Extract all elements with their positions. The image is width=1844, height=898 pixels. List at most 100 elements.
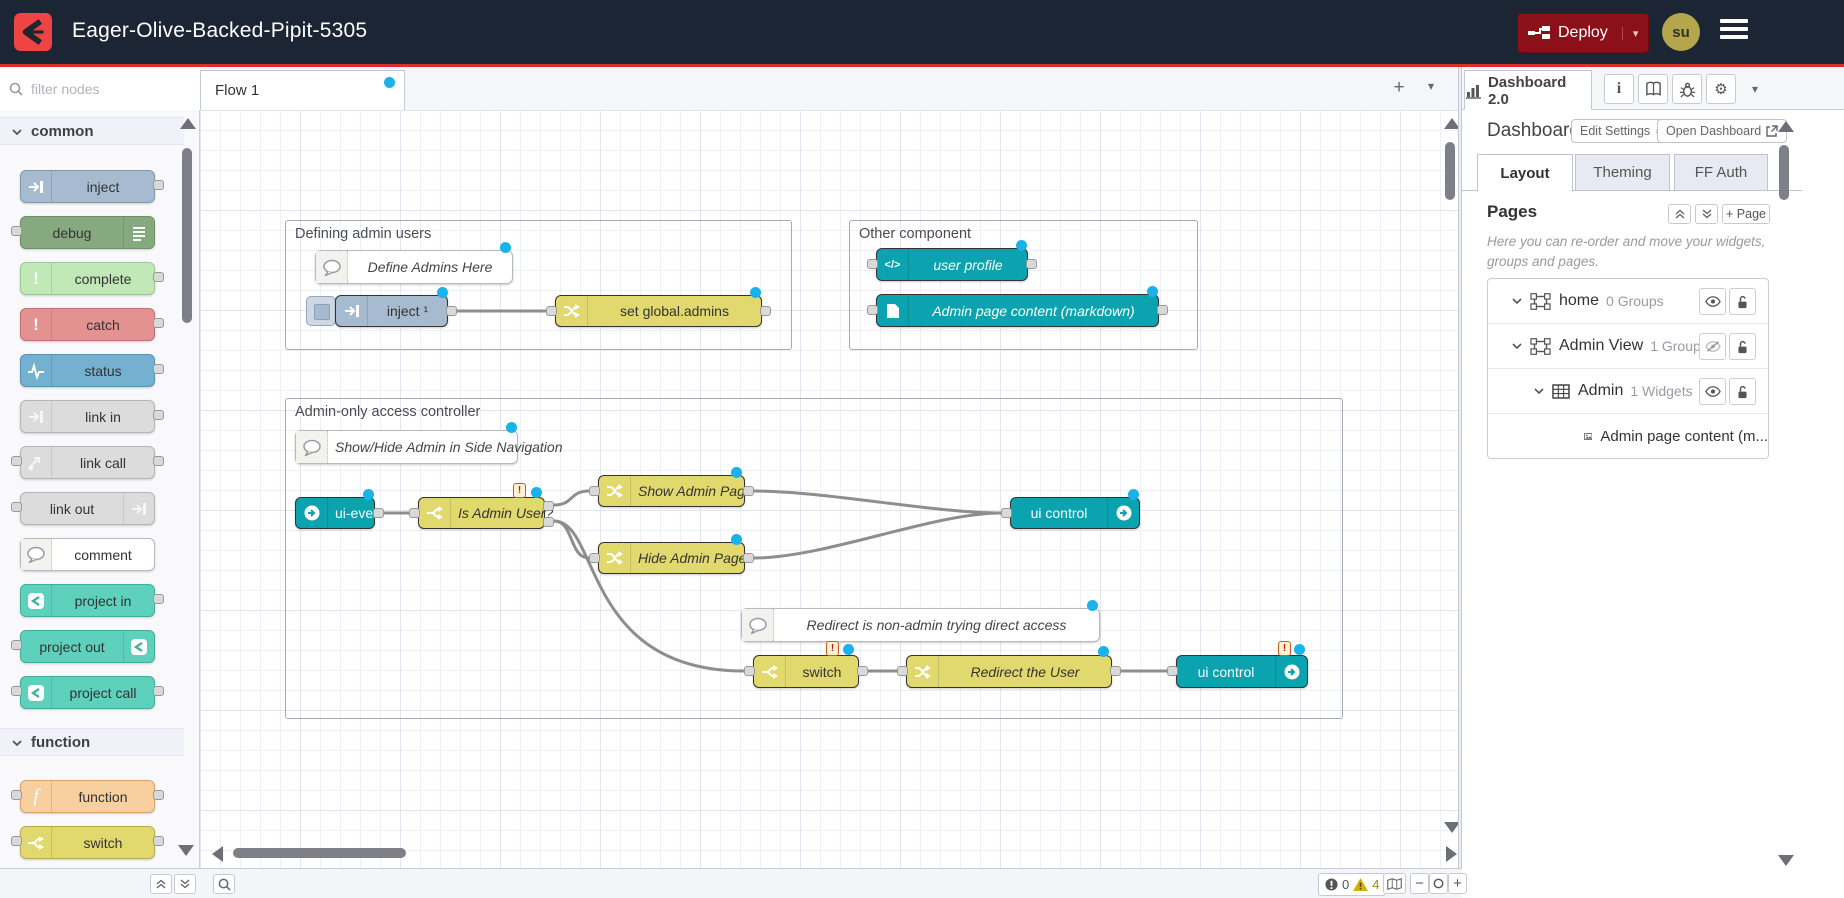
user-avatar[interactable]: su <box>1662 13 1700 51</box>
input-port[interactable] <box>11 640 22 650</box>
palette-node-comment[interactable]: comment <box>20 538 155 571</box>
tree-row-admin-view[interactable]: Admin View 1 Groups <box>1488 324 1768 369</box>
output-port[interactable] <box>153 272 164 282</box>
palette-node-project-in[interactable]: project in <box>20 584 155 617</box>
main-menu-icon[interactable] <box>1720 19 1748 43</box>
output-port[interactable] <box>153 456 164 466</box>
sidebar-options-caret[interactable]: ▾ <box>1752 82 1758 96</box>
palette-scrollbar-thumb[interactable] <box>182 148 192 323</box>
visibility-button[interactable] <box>1699 378 1726 405</box>
node-ui-control-2[interactable]: ui control <box>1176 655 1308 688</box>
palette-scroll-down[interactable] <box>178 845 194 856</box>
palette-collapse-all-button[interactable] <box>150 874 172 894</box>
input-port[interactable] <box>546 306 557 316</box>
node-admin-page-content[interactable]: Admin page content (markdown) <box>876 294 1159 327</box>
input-port[interactable] <box>867 305 878 315</box>
collapse-all-button[interactable] <box>1668 204 1691 224</box>
palette-expand-all-button[interactable] <box>174 874 196 894</box>
palette-node-link-call[interactable]: link call <box>20 446 155 479</box>
canvas-scroll-left[interactable] <box>212 846 223 862</box>
input-port[interactable] <box>589 553 600 563</box>
output-port[interactable] <box>1026 259 1037 269</box>
zoom-in-button[interactable]: + <box>1448 873 1467 894</box>
input-port[interactable] <box>11 686 22 696</box>
input-port[interactable] <box>867 259 878 269</box>
input-port[interactable] <box>744 666 755 676</box>
filter-nodes-input[interactable] <box>29 80 183 98</box>
navigator-button[interactable] <box>1383 873 1406 894</box>
input-port[interactable] <box>897 666 908 676</box>
expand-all-button[interactable] <box>1695 204 1718 224</box>
tab-flow-1[interactable]: Flow 1 <box>200 70 405 110</box>
lock-button[interactable] <box>1729 333 1756 360</box>
input-port[interactable] <box>1167 666 1178 676</box>
visibility-button[interactable] <box>1699 288 1726 315</box>
notification-counts[interactable]: 0 4 <box>1318 873 1386 896</box>
visibility-button[interactable] <box>1699 333 1726 360</box>
output-port[interactable] <box>760 306 771 316</box>
palette-node-project-call[interactable]: project call <box>20 676 155 709</box>
palette-node-inject[interactable]: inject <box>20 170 155 203</box>
node-switch[interactable]: switch <box>753 655 859 688</box>
output-port-2[interactable] <box>543 517 554 527</box>
palette-scroll-up[interactable] <box>180 118 196 129</box>
node-is-admin-user[interactable]: Is Admin User? <box>418 497 545 529</box>
tab-theming[interactable]: Theming <box>1575 154 1670 191</box>
deploy-button[interactable]: Deploy ▾ <box>1517 13 1649 53</box>
input-port[interactable] <box>589 486 600 496</box>
input-port[interactable] <box>11 836 22 846</box>
tab-ff-auth[interactable]: FF Auth <box>1674 154 1768 191</box>
output-port[interactable] <box>153 364 164 374</box>
deploy-options-caret[interactable]: ▾ <box>1622 27 1639 40</box>
canvas-scroll-right[interactable] <box>1446 846 1457 862</box>
palette-node-function[interactable]: f function <box>20 780 155 813</box>
input-port[interactable] <box>1001 508 1012 518</box>
output-port[interactable] <box>153 410 164 420</box>
canvas-vscrollbar-thumb[interactable] <box>1445 142 1455 200</box>
canvas-scroll-down[interactable] <box>1444 822 1458 833</box>
palette-node-link-in[interactable]: link in <box>20 400 155 433</box>
palette-node-project-out[interactable]: project out <box>20 630 155 663</box>
palette-node-link-out[interactable]: link out <box>20 492 155 525</box>
input-port[interactable] <box>409 508 420 518</box>
canvas-scroll-up[interactable] <box>1444 118 1458 129</box>
output-port[interactable] <box>373 508 384 518</box>
output-port[interactable] <box>153 686 164 696</box>
output-port[interactable] <box>743 553 754 563</box>
add-flow-button[interactable]: + <box>1386 77 1412 101</box>
chevron-down-icon[interactable] <box>1512 337 1522 355</box>
palette-node-status[interactable]: status <box>20 354 155 387</box>
canvas-search-button[interactable] <box>213 874 235 894</box>
canvas-hscrollbar-thumb[interactable] <box>233 848 406 858</box>
flow-canvas[interactable]: Defining admin users Other component Adm… <box>200 110 1458 868</box>
lock-button[interactable] <box>1729 378 1756 405</box>
input-port[interactable] <box>11 226 22 236</box>
palette-node-debug[interactable]: debug <box>20 216 155 249</box>
tree-row-admin-page-content[interactable]: Admin page content (m... <box>1488 414 1768 458</box>
chevron-down-icon[interactable] <box>1534 382 1544 400</box>
sidebar-scroll-up[interactable] <box>1778 121 1794 132</box>
output-port[interactable] <box>446 306 457 316</box>
node-inject-1[interactable]: inject ¹ <box>335 295 448 327</box>
inject-trigger-button[interactable] <box>306 296 336 326</box>
node-show-admin-page[interactable]: Show Admin Page <box>598 475 745 507</box>
tab-dashboard-2[interactable]: Dashboard 2.0 <box>1464 70 1592 111</box>
output-port[interactable] <box>153 594 164 604</box>
output-port[interactable] <box>857 666 868 676</box>
output-port[interactable] <box>153 790 164 800</box>
flow-list-caret[interactable]: ▾ <box>1418 79 1444 103</box>
zoom-reset-button[interactable] <box>1429 873 1448 894</box>
info-icon[interactable]: i <box>1604 74 1634 104</box>
input-port[interactable] <box>11 790 22 800</box>
palette-node-catch[interactable]: ! catch <box>20 308 155 341</box>
output-port[interactable] <box>1110 666 1121 676</box>
tree-row-home[interactable]: home 0 Groups <box>1488 279 1768 324</box>
palette-category-common[interactable]: common <box>0 117 184 145</box>
open-dashboard-button[interactable]: Open Dashboard <box>1657 119 1787 143</box>
sidebar-scroll-down[interactable] <box>1778 855 1794 866</box>
output-port[interactable] <box>1157 305 1168 315</box>
node-hide-admin-page[interactable]: Hide Admin Page <box>598 542 745 574</box>
zoom-out-button[interactable]: − <box>1410 873 1429 894</box>
tab-layout[interactable]: Layout <box>1477 154 1573 192</box>
add-page-button[interactable]: + Page <box>1722 204 1770 224</box>
